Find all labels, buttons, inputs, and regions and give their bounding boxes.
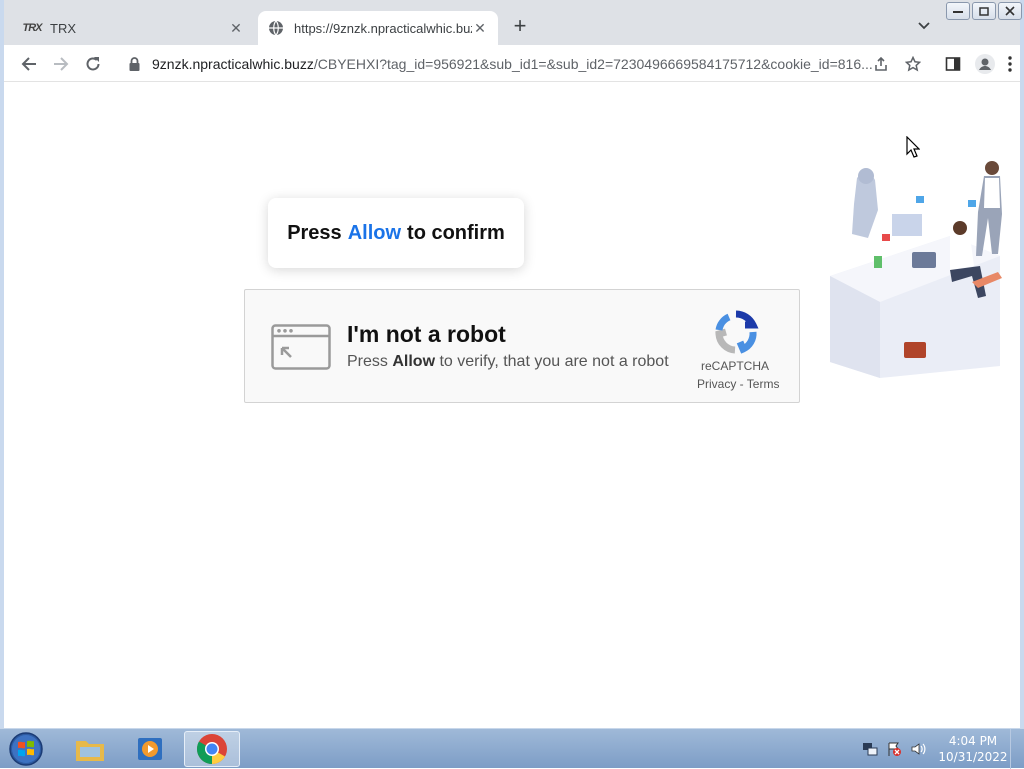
page-content: Press Allow to confirm I'm not a robot P… xyxy=(4,82,1020,728)
fake-captcha-box[interactable]: I'm not a robot Press Allow to verify, t… xyxy=(244,289,800,403)
forward-arrow-icon[interactable] xyxy=(48,51,74,77)
volume-icon[interactable] xyxy=(910,741,926,757)
browser-window: TRX TRX ✕ https://9znzk.npracticalwhic.b… xyxy=(0,0,1024,728)
recaptcha-brand: reCAPTCHA xyxy=(701,359,770,373)
url-path: /CBYEHXI?tag_id=956921&sub_id1=&sub_id2=… xyxy=(313,55,873,72)
tab-title: TRX xyxy=(50,20,76,36)
kebab-menu-icon[interactable] xyxy=(1002,51,1018,77)
captcha-subtitle: Press Allow to verify, that you are not … xyxy=(347,353,669,370)
taskbar-explorer[interactable] xyxy=(62,731,118,767)
system-tray xyxy=(862,738,926,760)
captcha-title: I'm not a robot xyxy=(347,321,506,347)
folder-icon xyxy=(76,741,104,761)
chrome-icon xyxy=(196,734,227,764)
allow-prompt-text: to confirm xyxy=(407,221,505,244)
close-tab-icon[interactable]: ✕ xyxy=(472,20,488,36)
taskbar-chrome[interactable] xyxy=(184,731,240,767)
windows-taskbar: 4:04 PM 10/31/2022 xyxy=(0,728,1024,769)
clock-time: 4:04 PM xyxy=(948,734,998,748)
mouse-cursor-icon xyxy=(906,136,920,158)
close-window-icon[interactable] xyxy=(998,2,1022,20)
bookmark-star-icon[interactable] xyxy=(900,51,926,77)
start-button-icon[interactable] xyxy=(6,731,46,767)
allow-prompt-card: Press Allow to confirm xyxy=(268,198,524,268)
tab-current[interactable]: https://9znzk.npracticalwhic.buzz/CBYEHX… xyxy=(258,11,498,45)
tab-strip: TRX TRX ✕ https://9znzk.npracticalwhic.b… xyxy=(4,0,1022,45)
back-arrow-icon[interactable] xyxy=(16,51,42,77)
browser-toolbar: 9znzk.npracticalwhic.buzz /CBYEHXI?tag_i… xyxy=(4,45,1020,82)
lock-icon[interactable] xyxy=(126,56,142,71)
maximize-icon[interactable] xyxy=(972,2,996,20)
show-desktop-button[interactable] xyxy=(1010,729,1024,769)
media-player-icon xyxy=(138,738,162,760)
tab-title: https://9znzk.npracticalwhic.buzz/CBYEHX… xyxy=(294,20,472,36)
office-illustration xyxy=(830,161,1002,378)
clock-date: 10/31/2022 xyxy=(938,750,1008,764)
network-icon[interactable] xyxy=(862,741,878,757)
profile-avatar-icon[interactable] xyxy=(972,51,998,77)
url-host: 9znzk.npracticalwhic.buzz xyxy=(152,55,314,72)
tab-trx[interactable]: TRX TRX ✕ xyxy=(14,11,254,45)
recaptcha-logo-icon xyxy=(715,310,759,354)
browser-window-icon xyxy=(271,324,331,370)
recaptcha-links[interactable]: Privacy - Terms xyxy=(697,377,779,391)
clock[interactable]: 4:04 PM 10/31/2022 xyxy=(938,733,1008,765)
trx-favicon-icon: TRX xyxy=(22,22,43,34)
minimize-icon[interactable] xyxy=(946,2,970,20)
globe-icon xyxy=(268,20,284,36)
share-icon[interactable] xyxy=(868,51,894,77)
tab-search-icon[interactable] xyxy=(912,17,936,37)
taskbar-media-player[interactable] xyxy=(122,731,178,767)
window-controls xyxy=(944,2,1022,20)
new-tab-button[interactable]: + xyxy=(508,15,532,39)
side-panel-icon[interactable] xyxy=(940,51,966,77)
close-tab-icon[interactable]: ✕ xyxy=(228,20,244,36)
action-center-flag-icon[interactable] xyxy=(886,741,902,757)
allow-prompt-text: Press xyxy=(287,221,342,244)
allow-highlight: Allow xyxy=(347,221,402,244)
address-bar[interactable]: 9znzk.npracticalwhic.buzz /CBYEHXI?tag_i… xyxy=(118,49,904,78)
reload-icon[interactable] xyxy=(80,51,106,77)
